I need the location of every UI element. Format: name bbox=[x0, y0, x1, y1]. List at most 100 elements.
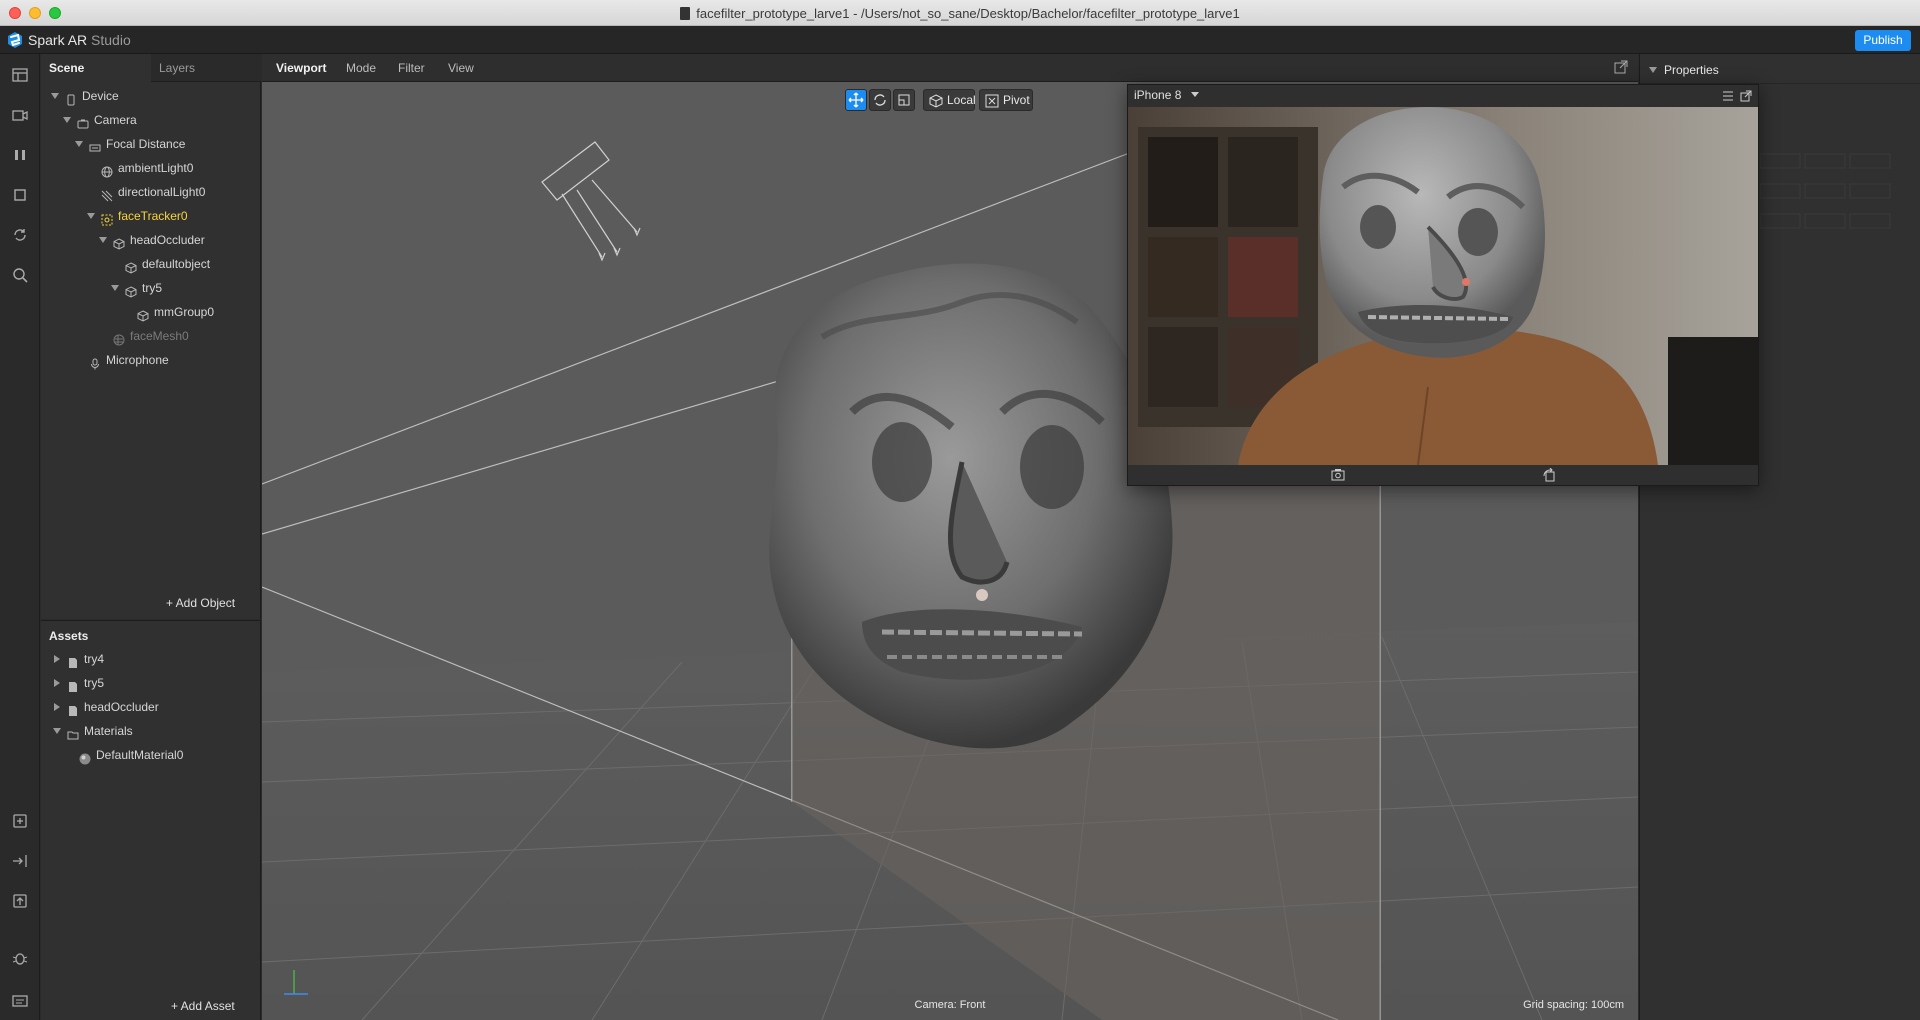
console-icon[interactable] bbox=[11, 992, 29, 1010]
material-sphere-icon bbox=[79, 749, 91, 765]
rotate-tool-button[interactable] bbox=[869, 89, 891, 111]
export-icon[interactable] bbox=[11, 892, 29, 910]
stop-icon[interactable] bbox=[11, 186, 29, 204]
video-icon[interactable] bbox=[11, 106, 29, 124]
tab-scene[interactable]: Scene bbox=[41, 54, 151, 82]
asset-item-label: try4 bbox=[84, 652, 105, 666]
scene-tree-item[interactable]: ambientLight0 bbox=[41, 156, 261, 180]
scene-tree-item[interactable]: defaultobject bbox=[41, 252, 261, 276]
device-preview-camera-feed bbox=[1128, 107, 1758, 465]
search-icon[interactable] bbox=[11, 266, 29, 284]
scene-tree-item-label: try5 bbox=[142, 281, 163, 295]
scene-tree-item-label: directionalLight0 bbox=[118, 185, 206, 199]
tool-rail bbox=[0, 54, 40, 1020]
assets-panel: Assets try4 try5 headOccluder Materials Defa… bbox=[41, 620, 261, 1020]
properties-placeholder-fields bbox=[1760, 153, 1891, 229]
chevron-down-icon bbox=[1649, 67, 1657, 73]
chevron-down-icon[interactable] bbox=[63, 117, 71, 123]
pause-icon[interactable] bbox=[11, 146, 29, 164]
scene-tree-item[interactable]: try5 bbox=[41, 276, 261, 300]
scene-tree-item-label: Focal Distance bbox=[106, 137, 186, 151]
popout-icon[interactable] bbox=[1740, 90, 1752, 102]
scene-tree-item-label: ambientLight0 bbox=[118, 161, 194, 175]
asset-item[interactable]: try4 bbox=[41, 647, 261, 671]
add-asset-button[interactable]: + Add Asset bbox=[171, 999, 235, 1013]
screenshot-icon[interactable] bbox=[1331, 468, 1345, 482]
tab-viewport[interactable]: Viewport bbox=[276, 54, 326, 82]
file-icon bbox=[67, 701, 79, 716]
menu-icon[interactable] bbox=[1722, 90, 1734, 102]
face-mesh-icon bbox=[113, 330, 125, 346]
scene-tree-item[interactable]: Device bbox=[41, 84, 261, 108]
publish-button[interactable]: Publish bbox=[1855, 30, 1911, 51]
window-title: facefilter_prototype_larve1 - /Users/not… bbox=[0, 6, 1920, 21]
scene-tree-item[interactable]: headOccluder bbox=[41, 228, 261, 252]
window-title-text: facefilter_prototype_larve1 - /Users/not… bbox=[696, 6, 1240, 21]
asset-item[interactable]: try5 bbox=[41, 671, 261, 695]
scene-tree-item[interactable]: faceTracker0 bbox=[41, 204, 261, 228]
scene-tree-item[interactable]: faceMesh0 bbox=[41, 324, 261, 348]
globe-icon bbox=[101, 162, 113, 178]
cube-icon bbox=[929, 94, 943, 108]
popout-icon[interactable] bbox=[1614, 60, 1628, 74]
assets-tree: try4 try5 headOccluder Materials DefaultMate… bbox=[41, 647, 261, 767]
tab-filter[interactable]: Filter bbox=[398, 54, 425, 82]
scale-tool-button[interactable] bbox=[893, 89, 915, 111]
scene-panel: Scene Layers Device Camera Focal Distance a… bbox=[41, 54, 261, 619]
scene-tree-item-label: headOccluder bbox=[130, 233, 205, 247]
tab-layers[interactable]: Layers bbox=[151, 54, 261, 82]
preview-footer bbox=[1128, 465, 1758, 485]
device-icon bbox=[65, 90, 77, 106]
properties-header[interactable]: Properties bbox=[1640, 54, 1920, 84]
chevron-right-icon[interactable] bbox=[54, 655, 60, 663]
chevron-down-icon[interactable] bbox=[53, 728, 61, 734]
layout-icon[interactable] bbox=[11, 66, 29, 84]
tab-mode[interactable]: Mode bbox=[346, 54, 376, 82]
import-icon[interactable] bbox=[11, 852, 29, 870]
bug-icon[interactable] bbox=[11, 949, 29, 967]
scene-tree-item-label: faceTracker0 bbox=[118, 209, 188, 223]
spark-ar-logo bbox=[8, 32, 22, 48]
scene-tree-item[interactable]: Camera bbox=[41, 108, 261, 132]
chevron-right-icon[interactable] bbox=[54, 703, 60, 711]
asset-item[interactable]: Materials bbox=[41, 719, 261, 743]
refresh-icon[interactable] bbox=[11, 226, 29, 244]
cube-icon bbox=[125, 258, 137, 274]
add-file-icon[interactable] bbox=[11, 812, 29, 830]
chevron-down-icon[interactable] bbox=[87, 213, 95, 219]
pivot-button[interactable]: Pivot bbox=[979, 89, 1033, 111]
chevron-down-icon[interactable] bbox=[111, 285, 119, 291]
document-icon bbox=[680, 7, 691, 20]
chevron-down-icon[interactable] bbox=[99, 237, 107, 243]
camera-icon bbox=[77, 114, 89, 129]
asset-item-label: Materials bbox=[84, 724, 133, 738]
scene-tree-item[interactable]: Microphone bbox=[41, 348, 261, 372]
pivot-label: Pivot bbox=[1003, 93, 1030, 107]
scene-tree-item[interactable]: Focal Distance bbox=[41, 132, 261, 156]
asset-item[interactable]: DefaultMaterial0 bbox=[41, 743, 261, 767]
move-icon bbox=[848, 92, 864, 108]
properties-title: Properties bbox=[1664, 63, 1719, 77]
rotate-device-icon[interactable] bbox=[1542, 468, 1556, 482]
chevron-down-icon[interactable] bbox=[75, 141, 83, 147]
asset-item-label: headOccluder bbox=[84, 700, 159, 714]
chevron-down-icon[interactable] bbox=[51, 93, 59, 99]
scene-tree-item[interactable]: directionalLight0 bbox=[41, 180, 261, 204]
chevron-right-icon[interactable] bbox=[54, 679, 60, 687]
device-name: iPhone 8 bbox=[1134, 88, 1182, 102]
add-object-button[interactable]: + Add Object bbox=[166, 596, 235, 610]
scene-tree-item[interactable]: mmGroup0 bbox=[41, 300, 261, 324]
asset-item[interactable]: headOccluder bbox=[41, 695, 261, 719]
file-icon bbox=[67, 677, 79, 692]
scene-panel-tabs: Scene Layers bbox=[41, 54, 261, 82]
cube-icon bbox=[113, 234, 125, 250]
local-space-button[interactable]: Local bbox=[923, 89, 976, 111]
device-select[interactable]: iPhone 8 bbox=[1134, 88, 1199, 102]
scene-tree-item-label: Microphone bbox=[106, 353, 169, 367]
app-name-secondary: Studio bbox=[91, 32, 131, 48]
camera-view-label: Camera: Front bbox=[914, 999, 986, 1011]
move-tool-button[interactable] bbox=[845, 89, 867, 111]
rotate-icon bbox=[874, 94, 886, 106]
app-name-primary: Spark AR bbox=[28, 32, 88, 48]
tab-view[interactable]: View bbox=[448, 54, 474, 82]
